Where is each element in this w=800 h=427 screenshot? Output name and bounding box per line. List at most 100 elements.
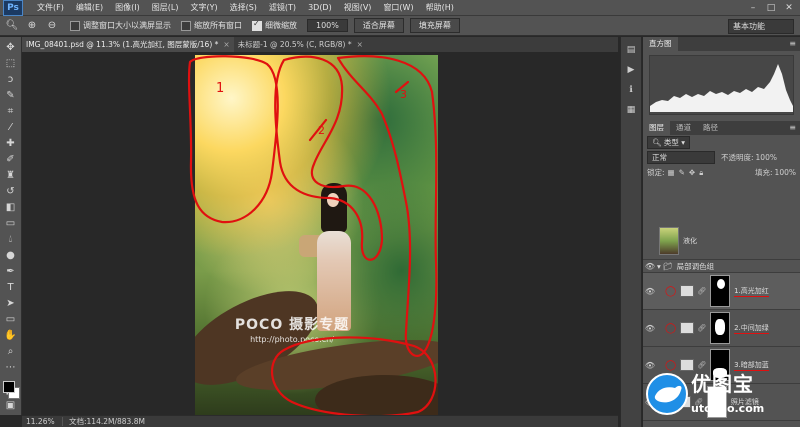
watermark-url: http://photo.poco.cn/ bbox=[250, 335, 334, 344]
pen-tool-icon[interactable]: ✒ bbox=[2, 265, 20, 279]
zoom-tool-icon[interactable]: ⌕ bbox=[2, 345, 20, 359]
eye-icon[interactable]: 👁︎ bbox=[643, 262, 657, 271]
canvas-area[interactable]: POCO 摄影专题 http://photo.poco.cn/ 1 2 3 bbox=[22, 52, 618, 415]
annotation-mark: ◯ bbox=[665, 322, 677, 334]
status-zoom[interactable]: 11.26% bbox=[22, 417, 63, 426]
history-panel-icon[interactable]: ▤ bbox=[627, 45, 636, 55]
status-bar: 11.26% 文档:114.2M/883.8M bbox=[22, 415, 618, 427]
menu-layer[interactable]: 图层(L) bbox=[146, 0, 185, 16]
fill-screen-button[interactable]: 填充屏幕 bbox=[409, 18, 460, 33]
tab-img-08401[interactable]: IMG_08401.psd @ 11.3% (1.高光加红, 图层蒙版/16) … bbox=[22, 37, 234, 52]
menu-help[interactable]: 帮助(H) bbox=[420, 0, 460, 16]
panel-menu-icon[interactable]: ≡ bbox=[789, 37, 800, 51]
zoom-value-field[interactable]: 100% bbox=[307, 19, 348, 32]
fill-label: 填充: bbox=[755, 168, 773, 177]
dodge-tool-icon[interactable]: ● bbox=[2, 249, 20, 263]
menu-image[interactable]: 图像(I) bbox=[109, 0, 146, 16]
marquee-tool-icon[interactable]: ⬚ bbox=[2, 57, 20, 71]
tab-untitled-1[interactable]: 未标题-1 @ 20.5% (C, RGB/8) * × bbox=[234, 37, 367, 52]
zoom-tool-icon: 🔍︎ bbox=[5, 19, 19, 31]
close-icon[interactable]: × bbox=[223, 37, 229, 52]
zoom-all-checkbox[interactable]: 缩放所有窗口 bbox=[181, 20, 242, 31]
tab-histogram[interactable]: 直方图 bbox=[643, 37, 678, 51]
eye-icon[interactable]: 👁︎ bbox=[643, 287, 657, 296]
path-select-tool-icon[interactable]: ➤ bbox=[2, 297, 20, 311]
filter-kind-label: 类型 bbox=[663, 138, 679, 147]
eyedropper-tool-icon[interactable]: ⁄ bbox=[2, 121, 20, 135]
menu-file[interactable]: 文件(F) bbox=[31, 0, 70, 16]
checkbox-box bbox=[252, 19, 262, 31]
history-brush-tool-icon[interactable]: ↺ bbox=[2, 185, 20, 199]
rectangle-tool-icon[interactable]: ▭ bbox=[2, 313, 20, 327]
layer-name: 液化 bbox=[683, 237, 697, 245]
properties-panel-icon[interactable]: ℹ bbox=[629, 85, 632, 95]
document-photo[interactable] bbox=[195, 55, 438, 415]
workspace-select[interactable]: 基本功能 bbox=[728, 19, 794, 34]
menu-select[interactable]: 选择(S) bbox=[224, 0, 263, 16]
lasso-tool-icon[interactable]: ↄ bbox=[2, 73, 20, 87]
screen-mode-icon[interactable]: ▣ bbox=[2, 399, 20, 413]
lock-image-icon[interactable]: ✎ bbox=[679, 168, 685, 177]
close-button[interactable]: ✕ bbox=[780, 0, 798, 16]
adjustments-panel-icon[interactable]: ▦ bbox=[627, 105, 636, 115]
more-tools-icon[interactable]: ⋯ bbox=[2, 361, 20, 375]
lock-all-icon[interactable]: 🔒︎ bbox=[699, 168, 703, 178]
fill-value[interactable]: 100% bbox=[775, 168, 796, 177]
watermark-title: POCO 摄影专题 bbox=[234, 317, 350, 333]
layer-mask-thumbnail[interactable] bbox=[710, 275, 731, 307]
chain-link-icon[interactable]: 🔗︎ bbox=[697, 324, 706, 332]
menu-window[interactable]: 窗口(W) bbox=[377, 0, 419, 16]
utobao-logo: 优图宝 utobao.com bbox=[645, 364, 797, 424]
eraser-tool-icon[interactable]: ◧ bbox=[2, 201, 20, 215]
poco-watermark: POCO 摄影专题 http://photo.poco.cn/ bbox=[202, 314, 382, 344]
layer-midtone-green[interactable]: 👁︎ ◯ 🔗︎ 2.中间加绿 bbox=[643, 310, 800, 347]
color-swatches[interactable] bbox=[2, 381, 20, 399]
menu-filter[interactable]: 滤镜(T) bbox=[263, 0, 302, 16]
tab-label: IMG_08401.psd @ 11.3% (1.高光加红, 图层蒙版/16) … bbox=[26, 40, 219, 49]
logo-title: 优图宝 bbox=[691, 372, 754, 396]
blend-mode-select[interactable]: 正常 bbox=[647, 151, 715, 164]
zoom-out-icon[interactable]: ⊖ bbox=[44, 19, 60, 33]
eye-icon[interactable]: 👁︎ bbox=[643, 324, 657, 333]
hand-tool-icon[interactable]: ✋ bbox=[2, 329, 20, 343]
checkbox-box bbox=[70, 20, 80, 31]
clone-stamp-tool-icon[interactable]: ♜ bbox=[2, 169, 20, 183]
menu-edit[interactable]: 编辑(E) bbox=[70, 0, 109, 16]
fit-screen-button[interactable]: 适合屏幕 bbox=[353, 18, 404, 33]
layer-mask-thumbnail[interactable] bbox=[710, 312, 731, 344]
menu-3d[interactable]: 3D(D) bbox=[302, 0, 338, 16]
opacity-value[interactable]: 100% bbox=[756, 153, 777, 162]
chain-link-icon[interactable]: 🔗︎ bbox=[697, 287, 706, 295]
blur-tool-icon[interactable]: 💧︎ bbox=[2, 233, 20, 247]
gradient-tool-icon[interactable]: ▭ bbox=[2, 217, 20, 231]
panel-menu-icon[interactable]: ≡ bbox=[789, 121, 800, 135]
menu-view[interactable]: 视图(V) bbox=[338, 0, 378, 16]
scrubby-zoom-checkbox[interactable]: 细微缩放 bbox=[252, 19, 297, 31]
tab-channels[interactable]: 通道 bbox=[670, 121, 697, 135]
minimize-button[interactable]: – bbox=[744, 0, 762, 16]
layer-group-local-color[interactable]: 👁︎ ▾ 📁︎ 局部调色组 bbox=[643, 260, 800, 273]
brush-tool-icon[interactable]: ✐ bbox=[2, 153, 20, 167]
layer-highlight-red[interactable]: 👁︎ ◯ 🔗︎ 1.高光加红 bbox=[643, 273, 800, 310]
lock-fill-row: 锁定: ▦ ✎ ✥ 🔒︎ 填充: 100% bbox=[643, 165, 800, 180]
zoom-in-icon[interactable]: ⊕ bbox=[24, 19, 40, 33]
crop-tool-icon[interactable]: ⌗ bbox=[2, 105, 20, 119]
maximize-button[interactable]: □ bbox=[762, 0, 780, 16]
layer-filter-kind[interactable]: 🔍︎ 类型 ▾ bbox=[647, 136, 691, 149]
tab-paths[interactable]: 路径 bbox=[697, 121, 724, 135]
lock-transparent-icon[interactable]: ▦ bbox=[668, 168, 675, 177]
tab-layers[interactable]: 图层 bbox=[643, 121, 670, 135]
layer-name: 1.高光加红 bbox=[734, 286, 769, 297]
menu-type[interactable]: 文字(Y) bbox=[184, 0, 223, 16]
close-icon[interactable]: × bbox=[357, 37, 363, 52]
foreground-color-swatch[interactable] bbox=[2, 381, 15, 393]
move-tool-icon[interactable]: ✥ bbox=[2, 41, 20, 55]
actions-panel-icon[interactable]: ▶ bbox=[628, 65, 635, 75]
resize-windows-checkbox[interactable]: 调整窗口大小以满屏显示 bbox=[70, 20, 171, 31]
type-tool-icon[interactable]: T bbox=[2, 281, 20, 295]
adjustment-layer-icon bbox=[680, 322, 695, 334]
lock-position-icon[interactable]: ✥ bbox=[689, 168, 695, 177]
healing-brush-tool-icon[interactable]: ✚ bbox=[2, 137, 20, 151]
quick-select-tool-icon[interactable]: ✎ bbox=[2, 89, 20, 103]
layer-liquify[interactable]: 液化 bbox=[643, 223, 800, 260]
